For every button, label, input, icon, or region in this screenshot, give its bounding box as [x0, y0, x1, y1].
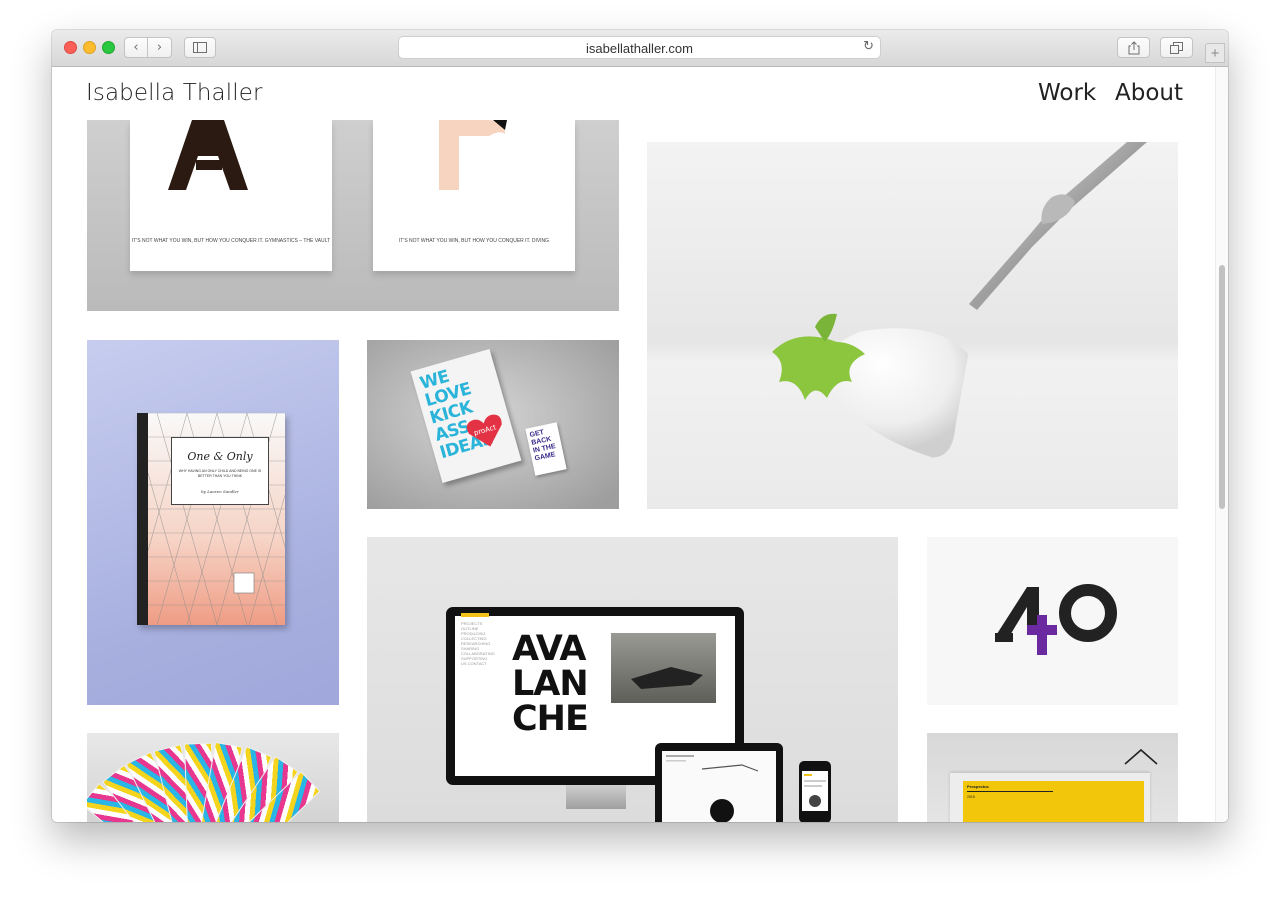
sticker-text: GET BACK IN THE GAME — [529, 429, 557, 463]
browser-window: ‹ › isabellathaller.com ↻ + IT'S NOT WHA… — [52, 30, 1228, 822]
poster-caption: IT'S NOT WHAT YOU WIN, BUT HOW YOU CONQU… — [131, 238, 331, 244]
site-header: Isabella Thaller Work About — [52, 67, 1214, 120]
new-tab-button[interactable]: + — [1205, 43, 1225, 63]
book-cover: One & Only WHY HAVING AN ONLY CHILD AND … — [137, 413, 285, 625]
prospectus-title: Prospectus — [967, 784, 989, 789]
iphone-screen — [802, 771, 828, 811]
chevron-right-icon: › — [156, 40, 163, 55]
project-tile-forty[interactable]: 4 0 — [927, 537, 1178, 705]
share-button[interactable] — [1117, 37, 1150, 58]
forty-right-digit: 0 — [927, 537, 928, 538]
project-tile-kick-ass-ideas[interactable]: WE LOVE KICK ASS IDEAS proAct GET BACK I… — [367, 340, 619, 509]
minimize-window-button[interactable] — [83, 41, 96, 54]
prospectus-rule — [967, 791, 1053, 792]
project-tile-cards[interactable] — [87, 733, 339, 822]
site-menu-text: PROJECTS OUTLINE PRODUCING COLLECTING RE… — [461, 621, 495, 666]
reload-icon[interactable]: ↻ — [863, 39, 874, 54]
forward-button[interactable]: › — [148, 37, 172, 58]
show-tabs-button[interactable] — [1160, 37, 1193, 58]
project-tile-one-and-only[interactable]: One & Only WHY HAVING AN ONLY CHILD AND … — [87, 340, 339, 705]
project-tile-avalanche[interactable]: PROJECTS OUTLINE PRODUCING COLLECTING RE… — [367, 537, 898, 822]
poster-vault: IT'S NOT WHAT YOU WIN, BUT HOW YOU CONQU… — [130, 120, 332, 271]
project-tile-strawberry[interactable] — [647, 142, 1178, 509]
diver-graphic — [439, 120, 507, 190]
ipad-mockup — [655, 743, 783, 822]
poster-caption: IT'S NOT WHAT YOU WIN, BUT HOW YOU CONQU… — [398, 238, 550, 244]
book-title: One & Only — [187, 450, 253, 463]
prospectus-book: Prospectus 2015 — [950, 773, 1150, 822]
iphone-content — [804, 774, 826, 807]
forty-plus-logo: 4 0 — [927, 537, 1117, 655]
imac-stand — [566, 785, 626, 809]
back-button[interactable]: ‹ — [124, 37, 148, 58]
page-content: IT'S NOT WHAT YOU WIN, BUT HOW YOU CONQU… — [52, 67, 1228, 822]
strawberry-fork-photo — [772, 142, 1147, 458]
address-bar[interactable]: isabellathaller.com ↻ — [398, 36, 881, 59]
share-icon — [1128, 40, 1139, 54]
letter-a-graphic — [168, 120, 248, 190]
yellow-tag — [461, 613, 489, 617]
site-title[interactable]: Isabella Thaller — [86, 80, 263, 106]
scroll-to-top-icon[interactable] — [1124, 748, 1158, 766]
nav-work-link[interactable]: Work — [1038, 80, 1096, 106]
ipad-screen — [662, 751, 776, 822]
prospectus-cover: Prospectus 2015 — [963, 781, 1144, 822]
avalanche-headline: AVA LAN CHE — [512, 629, 589, 739]
flyer-headline: WE LOVE KICK ASS IDEAS — [417, 366, 496, 464]
browser-toolbar: ‹ › isabellathaller.com ↻ + — [52, 30, 1228, 67]
scrollbar-thumb[interactable] — [1219, 265, 1225, 509]
vertical-scrollbar[interactable] — [1215, 67, 1228, 822]
tabs-icon — [1170, 41, 1183, 54]
prospectus-year: 2015 — [967, 795, 975, 799]
sticker: GET BACK IN THE GAME — [525, 422, 567, 476]
ipad-content — [666, 755, 759, 822]
forty-left-digit: 4 — [927, 537, 928, 538]
poster-diving: IT'S NOT WHAT YOU WIN, BUT HOW YOU CONQU… — [373, 120, 575, 271]
avalanche-photo — [611, 633, 716, 703]
sculpture-shape — [631, 667, 703, 689]
book-spine — [137, 413, 148, 625]
flyer: WE LOVE KICK ASS IDEAS proAct — [410, 348, 522, 484]
plus-icon: + — [1210, 44, 1220, 62]
project-tile-prospectus[interactable]: Prospectus 2015 — [927, 733, 1178, 822]
url-text: isabellathaller.com — [586, 41, 693, 56]
book-author: by Lauren Sandler — [201, 489, 239, 494]
chevron-left-icon: ‹ — [133, 40, 139, 55]
zoom-window-button[interactable] — [102, 41, 115, 54]
book-label: One & Only WHY HAVING AN ONLY CHILD AND … — [171, 437, 269, 505]
iphone-mockup — [799, 761, 831, 822]
book-subtitle: WHY HAVING AN ONLY CHILD AND BEING ONE I… — [178, 469, 262, 478]
close-window-button[interactable] — [64, 41, 77, 54]
sidebar-toggle-button[interactable] — [184, 37, 216, 58]
sidebar-icon — [193, 42, 207, 53]
project-tile-posters[interactable]: IT'S NOT WHAT YOU WIN, BUT HOW YOU CONQU… — [87, 120, 619, 311]
nav-about-link[interactable]: About — [1115, 80, 1183, 106]
